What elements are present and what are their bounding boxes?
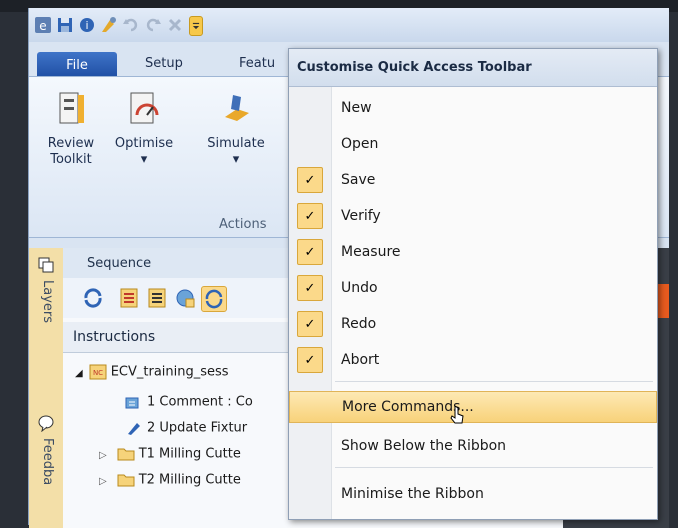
sequence-list-icon[interactable]: [117, 286, 141, 310]
tree-label: 2 Update Fixtur: [147, 420, 248, 436]
title-bar: e i: [29, 8, 669, 42]
menu-item-label: Show Below the Ribbon: [341, 438, 507, 454]
menu-item-label: Abort: [341, 352, 380, 368]
menu-item-label: Save: [341, 172, 376, 188]
menu-item-minimise-ribbon[interactable]: Minimise the Ribbon: [289, 479, 657, 509]
menu-item-more-commands[interactable]: More Commands...: [289, 391, 657, 424]
tree-row-t1[interactable]: ▷ T1 Milling Cutte: [99, 446, 241, 468]
actions-group-label: Actions: [219, 217, 267, 232]
app-logo-icon[interactable]: e: [33, 15, 53, 35]
menu-item-open[interactable]: Open: [289, 129, 657, 159]
folder-icon: [117, 448, 135, 461]
optimise-dropdown-arrow[interactable]: ▾: [109, 152, 179, 168]
menu-item-label: Redo: [341, 316, 377, 332]
sync-icon[interactable]: [201, 286, 227, 312]
menu-item-measure[interactable]: ✓ Measure: [289, 237, 657, 267]
collapse-arrow-icon[interactable]: ◢: [75, 368, 83, 379]
menu-separator: [335, 467, 653, 468]
tree-label: ECV_training_sess: [110, 364, 229, 380]
tab-features[interactable]: Featu: [239, 56, 275, 71]
check-icon: ✓: [297, 167, 323, 193]
check-icon: ✓: [297, 203, 323, 229]
simulate-label: Simulate: [207, 136, 265, 151]
review-toolkit-icon: [59, 92, 84, 124]
menu-item-label: Open: [341, 136, 379, 152]
menu-item-label: Verify: [341, 208, 381, 224]
abort-icon[interactable]: [165, 15, 185, 35]
menu-item-label: Minimise the Ribbon: [341, 486, 484, 502]
check-icon: ✓: [297, 239, 323, 265]
menu-item-undo[interactable]: ✓ Undo: [289, 273, 657, 303]
menu-item-new[interactable]: New: [289, 93, 657, 123]
review-toolkit-button[interactable]: Review Toolkit: [43, 91, 99, 168]
feedback-tab[interactable]: Feedba: [40, 438, 55, 485]
menu-item-label: New: [341, 100, 372, 116]
menu-item-show-below-ribbon[interactable]: Show Below the Ribbon: [289, 431, 657, 461]
svg-text:i: i: [85, 19, 88, 32]
menu-item-redo[interactable]: ✓ Redo: [289, 309, 657, 339]
verify-icon[interactable]: i: [77, 15, 97, 35]
tree-label: T1 Milling Cutte: [138, 446, 241, 462]
tree-row-update-fixture[interactable]: 2 Update Fixtur: [125, 420, 247, 442]
toolkit-label: Toolkit: [50, 152, 92, 167]
review-label: Review: [47, 136, 95, 151]
layers-icon[interactable]: [37, 256, 55, 274]
menu-item-label: Measure: [341, 244, 401, 260]
toolpath-list-icon[interactable]: [145, 286, 169, 310]
svg-text:e: e: [39, 19, 46, 33]
optimise-icon: [130, 92, 159, 124]
simulate-icon: [225, 95, 249, 121]
comment-icon: [125, 397, 139, 409]
customise-qat-dropdown[interactable]: [189, 16, 203, 36]
tree-label: 1 Comment : Co: [147, 394, 253, 410]
customise-qat-menu: Customise Quick Access Toolbar New Open …: [288, 48, 658, 520]
expand-arrow-icon[interactable]: ▷: [99, 450, 107, 461]
tree-row-root[interactable]: ◢ NC ECV_training_sess: [75, 364, 229, 386]
globe-settings-icon[interactable]: [173, 286, 197, 310]
nc-program-icon: NC: [89, 364, 107, 380]
expand-arrow-icon[interactable]: ▷: [99, 476, 107, 487]
svg-text:NC: NC: [93, 369, 103, 377]
check-icon: ✓: [297, 311, 323, 337]
sequence-title: Sequence: [87, 256, 152, 271]
tab-file[interactable]: File: [37, 52, 117, 78]
tab-setup[interactable]: Setup: [145, 56, 183, 71]
refresh-icon[interactable]: [81, 286, 105, 310]
tree-label: T2 Milling Cutte: [138, 472, 241, 488]
optimise-button[interactable]: Optimise ▾: [109, 91, 179, 168]
menu-item-abort[interactable]: ✓ Abort: [289, 345, 657, 375]
optimise-label: Optimise: [114, 136, 174, 151]
menu-separator: [335, 381, 653, 382]
menu-item-label: Undo: [341, 280, 378, 296]
measure-icon[interactable]: [99, 15, 119, 35]
side-tab-strip: Layers Feedba: [29, 248, 64, 528]
update-fixture-icon: [128, 423, 140, 435]
folder-icon: [117, 474, 135, 487]
redo-icon[interactable]: [143, 15, 163, 35]
mouse-cursor-icon: [450, 405, 464, 424]
instructions-title: Instructions: [73, 329, 156, 345]
simulate-button[interactable]: Simulate ▾: [201, 91, 271, 168]
feedback-icon[interactable]: [37, 414, 55, 432]
save-icon[interactable]: [55, 15, 75, 35]
check-icon: ✓: [297, 275, 323, 301]
tree-row-t2[interactable]: ▷ T2 Milling Cutte: [99, 472, 241, 494]
tree-row-comment[interactable]: 1 Comment : Co: [125, 394, 253, 416]
check-icon: ✓: [297, 347, 323, 373]
menu-item-save[interactable]: ✓ Save: [289, 165, 657, 195]
menu-item-verify[interactable]: ✓ Verify: [289, 201, 657, 231]
undo-icon[interactable]: [121, 15, 141, 35]
menu-title: Customise Quick Access Toolbar: [289, 49, 657, 87]
simulate-dropdown-arrow[interactable]: ▾: [201, 152, 271, 168]
layers-tab[interactable]: Layers: [40, 280, 55, 323]
